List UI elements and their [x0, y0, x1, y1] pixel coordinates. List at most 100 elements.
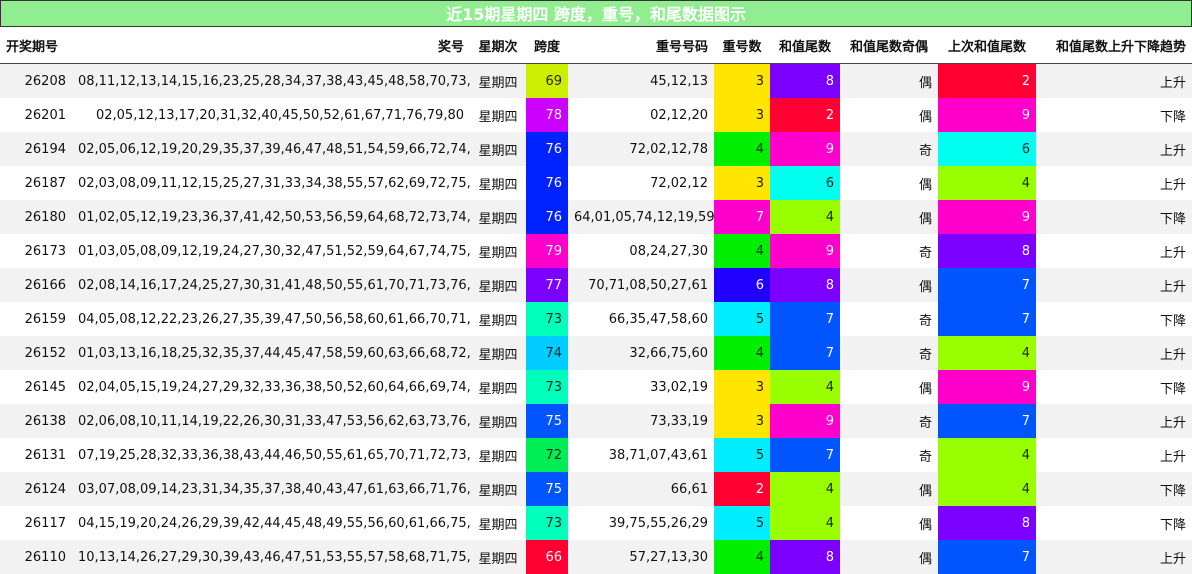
table-row[interactable]: 26208 08,11,12,13,14,15,16,23,25,28,34,37… — [0, 63, 1192, 98]
trend-cell: 下降 — [1036, 98, 1192, 132]
tail-cell: 7 — [770, 336, 840, 370]
table-row[interactable]: 26159 04,05,08,12,22,23,26,27,35,39,47,50… — [0, 302, 1192, 336]
prev-tail-cell: 9 — [938, 98, 1036, 132]
table-row[interactable]: 26131 07,19,25,28,32,33,36,38,43,44,46,50… — [0, 438, 1192, 472]
repeat-count-cell: 5 — [714, 506, 770, 540]
trend-cell: 上升 — [1036, 132, 1192, 166]
repeat-numbers-cell: 72,02,12,78 — [568, 132, 714, 166]
repeat-count-cell: 2 — [714, 472, 770, 506]
span-cell: 72 — [526, 438, 568, 472]
span-cell: 76 — [526, 200, 568, 234]
trend-cell: 下降 — [1036, 370, 1192, 404]
repeat-count-cell: 4 — [714, 336, 770, 370]
weekday-cell: 星期四 — [470, 472, 526, 506]
prev-tail-cell: 4 — [938, 438, 1036, 472]
trend-cell: 上升 — [1036, 540, 1192, 574]
numbers-cell: 04,05,08,12,22,23,26,27,35,39,47,50,56,5… — [72, 302, 470, 336]
table-row[interactable]: 26138 02,06,08,10,11,14,19,22,26,30,31,33… — [0, 404, 1192, 438]
trend-cell: 上升 — [1036, 404, 1192, 438]
numbers-cell: 07,19,25,28,32,33,36,38,43,44,46,50,55,6… — [72, 438, 470, 472]
prev-tail-cell: 6 — [938, 132, 1036, 166]
tail-cell: 9 — [770, 234, 840, 268]
tail-cell: 4 — [770, 472, 840, 506]
weekday-cell: 星期四 — [470, 166, 526, 200]
weekday-cell: 星期四 — [470, 404, 526, 438]
header-repeat-numbers[interactable]: 重号号码 — [568, 27, 714, 64]
period-cell: 26110 — [0, 540, 72, 574]
parity-cell: 偶 — [840, 200, 938, 234]
numbers-cell: 02,08,14,16,17,24,25,27,30,31,41,48,50,5… — [72, 268, 470, 302]
repeat-count-cell: 5 — [714, 302, 770, 336]
prev-tail-cell: 9 — [938, 370, 1036, 404]
weekday-cell: 星期四 — [470, 302, 526, 336]
table-row[interactable]: 26194 02,05,06,12,19,20,29,35,37,39,46,47… — [0, 132, 1192, 166]
header-parity[interactable]: 和值尾数奇偶 — [840, 27, 938, 64]
table-row[interactable]: 26180 01,02,05,12,19,23,36,37,41,42,50,53… — [0, 200, 1192, 234]
parity-cell: 奇 — [840, 302, 938, 336]
repeat-count-cell: 4 — [714, 234, 770, 268]
weekday-cell: 星期四 — [470, 234, 526, 268]
prev-tail-cell: 7 — [938, 404, 1036, 438]
parity-cell: 偶 — [840, 540, 938, 574]
trend-cell: 上升 — [1036, 438, 1192, 472]
data-table: 开奖期号 奖号 星期次 跨度 重号号码 重号数 和值尾数 和值尾数奇偶 上次和值… — [0, 27, 1192, 574]
table-row[interactable]: 26124 03,07,08,09,14,23,31,34,35,37,38,40… — [0, 472, 1192, 506]
period-cell: 26166 — [0, 268, 72, 302]
trend-cell: 上升 — [1036, 63, 1192, 98]
repeat-count-cell: 5 — [714, 438, 770, 472]
repeat-count-cell: 4 — [714, 132, 770, 166]
table-row[interactable]: 26117 04,15,19,20,24,26,29,39,42,44,45,48… — [0, 506, 1192, 540]
period-cell: 26145 — [0, 370, 72, 404]
tail-cell: 2 — [770, 98, 840, 132]
table-row[interactable]: 26166 02,08,14,16,17,24,25,27,30,31,41,48… — [0, 268, 1192, 302]
span-cell: 74 — [526, 336, 568, 370]
repeat-numbers-cell: 33,02,19 — [568, 370, 714, 404]
period-cell: 26124 — [0, 472, 72, 506]
parity-cell: 偶 — [840, 166, 938, 200]
span-cell: 73 — [526, 506, 568, 540]
span-cell: 69 — [526, 63, 568, 98]
numbers-cell: 01,03,13,16,18,25,32,35,37,44,45,47,58,5… — [72, 336, 470, 370]
parity-cell: 偶 — [840, 98, 938, 132]
table-row[interactable]: 26152 01,03,13,16,18,25,32,35,37,44,45,47… — [0, 336, 1192, 370]
table-row[interactable]: 26110 10,13,14,26,27,29,30,39,43,46,47,51… — [0, 540, 1192, 574]
weekday-cell: 星期四 — [470, 200, 526, 234]
repeat-numbers-cell: 39,75,55,26,29 — [568, 506, 714, 540]
table-row[interactable]: 26173 01,03,05,08,09,12,19,24,27,30,32,47… — [0, 234, 1192, 268]
numbers-cell: 03,07,08,09,14,23,31,34,35,37,38,40,43,4… — [72, 472, 470, 506]
trend-cell: 上升 — [1036, 268, 1192, 302]
repeat-numbers-cell: 64,01,05,74,12,19,59 — [568, 200, 714, 234]
table-row[interactable]: 26201 02,05,12,13,17,20,31,32,40,45,50,52… — [0, 98, 1192, 132]
numbers-cell: 02,05,12,13,17,20,31,32,40,45,50,52,61,6… — [72, 98, 470, 132]
weekday-cell: 星期四 — [470, 268, 526, 302]
prev-tail-cell: 2 — [938, 63, 1036, 98]
span-cell: 73 — [526, 302, 568, 336]
parity-cell: 偶 — [840, 472, 938, 506]
header-tail[interactable]: 和值尾数 — [770, 27, 840, 64]
trend-cell: 下降 — [1036, 302, 1192, 336]
header-numbers[interactable]: 奖号 — [72, 27, 470, 64]
period-cell: 26194 — [0, 132, 72, 166]
repeat-count-cell: 3 — [714, 370, 770, 404]
repeat-count-cell: 7 — [714, 200, 770, 234]
period-cell: 26152 — [0, 336, 72, 370]
header-repeat-count[interactable]: 重号数 — [714, 27, 770, 64]
header-weekday[interactable]: 星期次 — [470, 27, 526, 64]
repeat-numbers-cell: 70,71,08,50,27,61 — [568, 268, 714, 302]
table-row[interactable]: 26187 02,03,08,09,11,12,15,25,27,31,33,34… — [0, 166, 1192, 200]
span-cell: 78 — [526, 98, 568, 132]
tail-cell: 4 — [770, 506, 840, 540]
table-row[interactable]: 26145 02,04,05,15,19,24,27,29,32,33,36,38… — [0, 370, 1192, 404]
header-period[interactable]: 开奖期号 — [0, 27, 72, 64]
span-cell: 75 — [526, 472, 568, 506]
header-span[interactable]: 跨度 — [526, 27, 568, 64]
numbers-cell: 10,13,14,26,27,29,30,39,43,46,47,51,53,5… — [72, 540, 470, 574]
weekday-cell: 星期四 — [470, 506, 526, 540]
numbers-cell: 02,05,06,12,19,20,29,35,37,39,46,47,48,5… — [72, 132, 470, 166]
trend-cell: 上升 — [1036, 234, 1192, 268]
tail-cell: 7 — [770, 438, 840, 472]
header-prev-tail[interactable]: 上次和值尾数 — [938, 27, 1036, 64]
weekday-cell: 星期四 — [470, 98, 526, 132]
header-trend[interactable]: 和值尾数上升下降趋势 — [1036, 27, 1192, 64]
period-cell: 26131 — [0, 438, 72, 472]
